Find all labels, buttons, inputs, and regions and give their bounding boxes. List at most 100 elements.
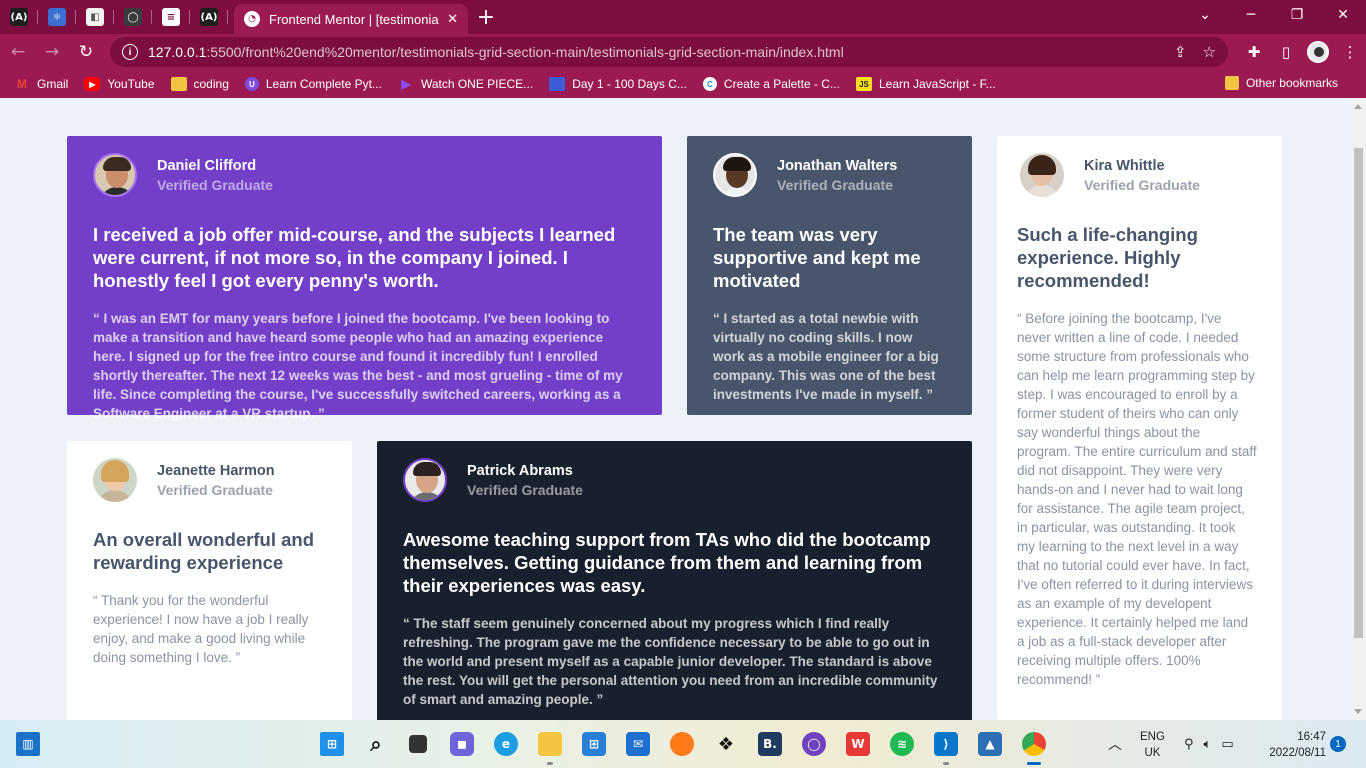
side-panel-icon[interactable]: ▯ [1270,36,1302,68]
minimize-button[interactable]: ─ [1228,0,1274,30]
author-name: Daniel Clifford [157,157,257,174]
menu-icon[interactable]: ⋮ [1334,36,1366,68]
github-icon: ◯ [802,732,826,756]
bootstrap-icon: B. [758,732,782,756]
chrome-button[interactable] [1018,728,1050,765]
close-window-button[interactable]: ✕ [1320,0,1366,30]
pinned-tab-react[interactable]: ⚛ [38,0,76,34]
show-hidden-icons[interactable]: ︿ [1108,720,1122,768]
other-bookmarks[interactable]: Other bookmarks [1224,76,1338,90]
testimonial-quote: “ Before joining the bootcamp, I've neve… [1017,311,1257,687]
course-icon [549,77,566,91]
testimonial-card-patrick: Patrick Abrams Verified Graduate Awesome… [377,441,972,720]
store-button[interactable]: ⊞ [578,728,610,760]
firefox-icon [670,732,694,756]
pinned-tab-docs[interactable]: ◧ [76,0,114,34]
folder-icon [1224,76,1239,90]
close-tab-icon[interactable]: ✕ [447,11,458,27]
javascript-icon: JS [855,77,872,91]
folder-icon [170,77,187,91]
dropbox-icon: ❖ [717,733,735,755]
avatar [713,153,757,197]
system-tray-icons[interactable]: ⚲ 🔈︎ ▭ [1184,720,1234,768]
notification-badge[interactable]: 1 [1330,736,1346,752]
testimonial-headline: Awesome teaching support from TAs who di… [403,529,931,596]
avatar [1020,153,1064,197]
github-desktop-button[interactable]: ◯ [798,728,830,760]
tab-search-icon[interactable]: ⌄ [1182,0,1228,30]
file-explorer-button[interactable] [534,728,566,765]
share-icon[interactable]: ⇪ [1174,43,1187,61]
testimonial-card-daniel: Daniel Clifford Verified Graduate I rece… [67,136,662,421]
pinned-tab-github[interactable]: ◯ [114,0,152,34]
page-scrollbar[interactable] [1351,98,1366,720]
task-view-icon [409,735,427,753]
restore-button[interactable]: ❐ [1274,0,1320,30]
chevron-up-icon: ︿ [1108,737,1122,753]
search-button[interactable]: ⌕ [360,728,392,760]
widgets-icon: ▥ [16,732,40,756]
scroll-up-icon[interactable] [1354,104,1362,109]
edge-button[interactable]: e [490,728,522,760]
chat-icon: ◼ [450,732,474,756]
bookmark-youtube[interactable]: ▶ YouTube [84,77,155,91]
testimonial-headline: An overall wonderful and rewarding exper… [93,529,314,573]
reload-button[interactable]: ↻ [70,36,102,68]
folder-icon [538,732,562,756]
bookmark-one-piece[interactable]: ▶ Watch ONE PIECE... [398,77,533,91]
forward-button[interactable]: → [36,36,68,68]
back-button[interactable]: ← [2,36,34,68]
site-info-icon[interactable]: i [122,44,138,60]
photos-button[interactable]: ▲ [974,728,1006,760]
testimonial-card-kira: Kira Whittle Verified Graduate Such a li… [997,136,1282,720]
scroll-thumb[interactable] [1354,148,1363,638]
bookmark-100-days[interactable]: Day 1 - 100 Days C... [549,77,687,91]
firefox-button[interactable] [666,728,698,760]
bookmark-python[interactable]: U Learn Complete Pyt... [244,77,382,91]
url-text: 127.0.0.1:5500/front%20end%20mentor/test… [148,44,844,60]
language-indicator[interactable]: ENG UK [1140,729,1165,761]
bookmark-star-icon[interactable]: ☆ [1203,43,1216,61]
stack-icon: ≡ [162,8,180,26]
spotify-button[interactable]: ≋ [886,728,918,760]
task-view-button[interactable] [402,728,434,760]
wps-button[interactable]: W [842,728,874,760]
profile-avatar[interactable] [1302,36,1334,68]
browser-tab-bar: (A) ⚛ ◧ ◯ ≡ (A) ◔ Frontend Mentor | [tes… [0,0,1366,34]
testimonial-quote: “ The staff seem genuinely concerned abo… [403,616,938,707]
scroll-down-icon[interactable] [1354,709,1362,714]
angular-icon: (A) [200,8,218,26]
pinned-tab-angular[interactable]: (A) [0,0,38,34]
udemy-icon: U [244,77,259,91]
mail-button[interactable]: ✉ [622,728,654,760]
pinned-tab-stack[interactable]: ≡ [152,0,190,34]
extensions-icon[interactable]: ✚ [1238,36,1270,68]
bootstrap-button[interactable]: B. [754,728,786,760]
bookmark-gmail[interactable]: M Gmail [14,77,68,91]
chrome-icon [1022,732,1046,756]
palette-icon: C [702,77,717,91]
windows-icon: ⊞ [320,732,344,756]
author-name: Kira Whittle [1084,157,1165,174]
dropbox-button[interactable]: ❖ [710,728,742,760]
address-bar[interactable]: i 127.0.0.1:5500/front%20end%20mentor/te… [110,37,1228,67]
pinned-tab-angular-2[interactable]: (A) [190,0,228,34]
new-tab-button[interactable]: + [468,0,504,34]
avatar [93,153,137,197]
tab-title: Frontend Mentor | [testimonials-g [269,11,439,27]
browser-toolbar: ← → ↻ i 127.0.0.1:5500/front%20end%20men… [0,34,1366,70]
edge-icon: e [494,732,518,756]
bookmark-palette[interactable]: C Create a Palette - C... [702,77,840,91]
clock[interactable]: 16:47 2022/08/11 [1262,729,1326,761]
start-button[interactable]: ⊞ [316,728,348,760]
tab-frontend-mentor[interactable]: ◔ Frontend Mentor | [testimonials-g ✕ [234,4,468,34]
testimonial-headline: The team was very supportive and kept me… [713,224,921,291]
mail-icon: ✉ [626,732,650,756]
vscode-button[interactable]: ⟩ [930,728,962,765]
vscode-icon: ⟩ [934,732,958,756]
windows-taskbar: ▥ ⊞ ⌕ ◼ e ⊞ ✉ ❖ B. ◯ W ≋ ⟩ ▲ ︿ ENG UK ⚲ … [0,720,1366,768]
chat-button[interactable]: ◼ [446,728,478,760]
bookmark-javascript[interactable]: JS Learn JavaScript - F... [855,77,996,91]
bookmark-coding-folder[interactable]: coding [170,77,229,91]
widgets-button[interactable]: ▥ [12,728,44,760]
